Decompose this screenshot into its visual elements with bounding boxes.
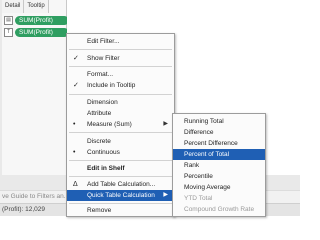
bullet-icon: •: [73, 149, 76, 156]
menu-item-label: Remove: [87, 207, 112, 214]
submenu-item-difference[interactable]: Difference: [173, 127, 265, 138]
menu-item-label: Edit in Shelf: [87, 165, 125, 172]
submenu-item-label: Percent Difference: [184, 140, 238, 147]
marks-card-tabs: Detail Tooltip: [2, 0, 66, 13]
menu-item-label: Continuous: [87, 149, 120, 156]
submenu-arrow-icon: ▶: [163, 121, 168, 127]
bullet-icon: •: [73, 121, 76, 128]
menu-item-discrete[interactable]: Discrete: [67, 136, 174, 147]
menu-separator: [69, 160, 172, 161]
check-icon: ✓: [73, 82, 79, 89]
menu-separator: [69, 66, 172, 67]
menu-item-show-filter[interactable]: ✓ Show Filter: [67, 53, 174, 64]
tooltip-icon: ▤: [4, 16, 13, 25]
guide-text[interactable]: ve Guide to Filters an...: [2, 193, 69, 200]
menu-item-edit-filter[interactable]: Edit Filter...: [67, 36, 174, 47]
sum-profit-pill[interactable]: SUM(Profit): [15, 28, 69, 37]
pill-row: ▤ SUM(Profit): [4, 16, 69, 25]
submenu-item-label: YTD Total: [184, 195, 213, 202]
menu-item-remove[interactable]: Remove: [67, 205, 174, 216]
submenu-item-running-total[interactable]: Running Total: [173, 116, 265, 127]
submenu-item-label: Compound Growth Rate: [184, 206, 255, 213]
submenu-item-percent-of-total[interactable]: Percent of Total: [173, 149, 265, 160]
menu-item-dimension[interactable]: Dimension: [67, 97, 174, 108]
menu-separator: [69, 132, 172, 133]
menu-item-label: Attribute: [87, 110, 112, 117]
quick-table-calc-submenu: Running Total Difference Percent Differe…: [172, 113, 266, 217]
text-mark-icon: T: [4, 28, 13, 37]
submenu-item-label: Rank: [184, 162, 200, 169]
menu-item-quick-table-calculation[interactable]: Quick Table Calculation ▶: [67, 190, 174, 201]
menu-item-label: Include in Tooltip: [87, 82, 136, 89]
tab-detail[interactable]: Detail: [2, 0, 25, 13]
submenu-item-label: Difference: [184, 129, 214, 136]
submenu-arrow-icon: ▶: [163, 192, 168, 198]
submenu-item-moving-average[interactable]: Moving Average: [173, 182, 265, 193]
menu-item-add-table-calculation[interactable]: Δ Add Table Calculation...: [67, 179, 174, 190]
submenu-item-percent-difference[interactable]: Percent Difference: [173, 138, 265, 149]
menu-separator: [69, 49, 172, 50]
menu-item-label: Discrete: [87, 138, 111, 145]
menu-item-continuous[interactable]: • Continuous: [67, 147, 174, 158]
menu-item-label: Measure (Sum): [87, 121, 132, 128]
menu-item-label: Add Table Calculation...: [87, 181, 156, 188]
menu-separator: [69, 94, 172, 95]
check-icon: ✓: [73, 55, 79, 62]
tab-tooltip[interactable]: Tooltip: [24, 0, 49, 13]
submenu-item-label: Percentile: [184, 173, 213, 180]
submenu-item-ytd-total: YTD Total: [173, 193, 265, 204]
menu-item-include-in-tooltip[interactable]: ✓ Include in Tooltip: [67, 80, 174, 91]
pill-row: T SUM(Profit): [4, 28, 69, 37]
menu-item-attribute[interactable]: Attribute: [67, 108, 174, 119]
menu-item-format[interactable]: Format...: [67, 69, 174, 80]
marks-card: Detail Tooltip ▤ SUM(Profit) T SUM(Profi…: [2, 0, 69, 175]
submenu-item-percentile[interactable]: Percentile: [173, 171, 265, 182]
submenu-item-label: Moving Average: [184, 184, 231, 191]
menu-item-label: Format...: [87, 71, 114, 78]
menu-item-edit-in-shelf[interactable]: Edit in Shelf: [67, 163, 174, 174]
menu-item-label: Quick Table Calculation: [87, 192, 155, 199]
status-text: (Profit): 12,029: [2, 206, 45, 213]
menu-item-label: Edit Filter...: [87, 38, 120, 45]
menu-separator: [69, 176, 172, 177]
menu-item-measure-sum[interactable]: • Measure (Sum) ▶: [67, 119, 174, 130]
menu-item-label: Show Filter: [87, 55, 120, 62]
submenu-item-rank[interactable]: Rank: [173, 160, 265, 171]
menu-item-label: Dimension: [87, 99, 118, 106]
delta-icon: Δ: [73, 181, 78, 188]
sum-profit-pill[interactable]: SUM(Profit): [15, 16, 69, 25]
submenu-item-label: Percent of Total: [184, 151, 230, 158]
menu-separator: [69, 203, 172, 204]
submenu-item-label: Running Total: [184, 118, 224, 125]
submenu-item-compound-growth-rate: Compound Growth Rate: [173, 204, 265, 215]
context-menu: Edit Filter... ✓ Show Filter Format... ✓…: [66, 33, 175, 217]
